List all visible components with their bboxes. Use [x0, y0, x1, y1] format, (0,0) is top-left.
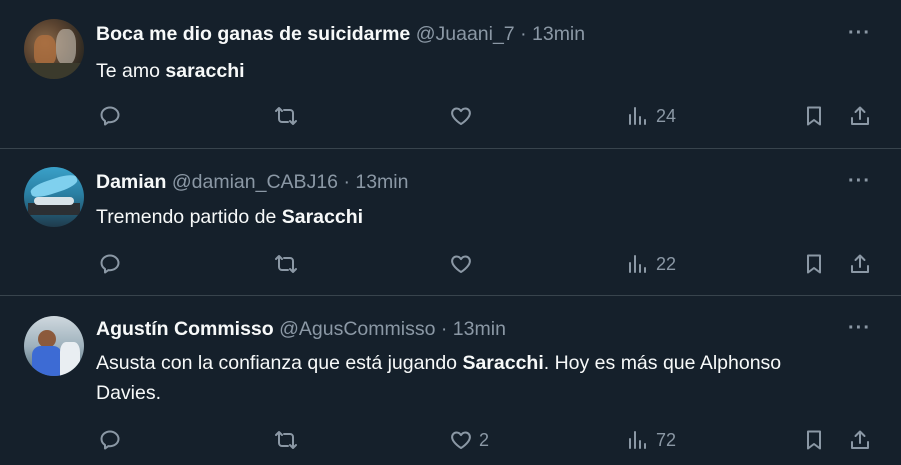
timestamp[interactable]: 13min: [355, 171, 408, 193]
tweet-text-bold: Saracchi: [462, 352, 544, 374]
views-button[interactable]: 72: [626, 428, 676, 452]
tweet-text-plain: Tremendo partido de: [96, 206, 282, 228]
retweet-button[interactable]: [274, 252, 298, 276]
author-name[interactable]: Agustín Commisso: [96, 318, 274, 340]
tweet-text: Asusta con la confianza que está jugando…: [96, 348, 826, 408]
reply-icon: [100, 254, 120, 274]
share-button[interactable]: [848, 428, 872, 452]
author-handle[interactable]: @Juaani_7: [416, 23, 515, 45]
reply-button[interactable]: [98, 428, 122, 452]
views-icon: [629, 431, 646, 449]
author-name[interactable]: Damian: [96, 171, 166, 193]
view-count: 24: [656, 105, 677, 126]
like-button[interactable]: 2: [449, 428, 489, 452]
share-button[interactable]: [848, 252, 872, 276]
timestamp[interactable]: 13min: [453, 318, 506, 340]
reply-button[interactable]: [98, 252, 122, 276]
separator-dot: ·: [520, 23, 527, 45]
bookmark-icon: [807, 106, 821, 126]
more-icon[interactable]: ···: [848, 318, 871, 338]
more-icon[interactable]: ···: [848, 171, 871, 191]
tweet-header: Agustín Commisso @AgusCommisso · 13min: [96, 317, 506, 341]
tweet-header: Damian @damian_CABJ16 · 13min: [96, 170, 408, 194]
tweet-text: Tremendo partido de Saracchi: [96, 202, 836, 232]
retweet-icon: [275, 107, 297, 125]
views-icon: [629, 255, 646, 273]
view-count: 72: [656, 429, 677, 450]
heart-icon: [451, 107, 471, 125]
retweet-icon: [275, 255, 297, 273]
share-icon: [851, 430, 869, 449]
views-icon: [629, 107, 646, 125]
views-button[interactable]: 22: [626, 252, 676, 276]
like-button[interactable]: [449, 252, 479, 276]
reply-icon: [100, 430, 120, 450]
more-icon[interactable]: ···: [848, 23, 871, 43]
share-button[interactable]: [848, 104, 872, 128]
timestamp[interactable]: 13min: [532, 23, 585, 45]
tweet[interactable]: Boca me dio ganas de suicidarme @Juaani_…: [0, 0, 901, 149]
avatar[interactable]: [24, 167, 84, 227]
tweet-header: Boca me dio ganas de suicidarme @Juaani_…: [96, 22, 585, 46]
tweet-text-plain: Te amo: [96, 60, 166, 82]
views-button[interactable]: 24: [626, 104, 676, 128]
like-count: 2: [479, 429, 490, 450]
retweet-icon: [275, 431, 297, 449]
separator-dot: ·: [440, 318, 448, 340]
share-icon: [851, 254, 869, 273]
separator-dot: ·: [343, 171, 350, 193]
view-count: 22: [656, 253, 677, 274]
timeline: Boca me dio ganas de suicidarme @Juaani_…: [0, 0, 901, 465]
retweet-button[interactable]: [274, 428, 298, 452]
tweet-text-bold: saracchi: [165, 60, 245, 82]
tweet-text: Te amo saracchi: [96, 56, 836, 86]
bookmark-icon: [807, 254, 821, 274]
bookmark-button[interactable]: [802, 428, 826, 452]
reply-button[interactable]: [98, 104, 122, 128]
bookmark-button[interactable]: [802, 104, 826, 128]
share-icon: [851, 106, 869, 125]
author-handle[interactable]: @AgusCommisso: [279, 318, 435, 340]
bookmark-icon: [807, 430, 821, 450]
tweet-text-bold: Saracchi: [281, 206, 364, 228]
tweet[interactable]: Agustín Commisso @AgusCommisso · 13min ·…: [0, 296, 901, 465]
bookmark-button[interactable]: [802, 252, 826, 276]
avatar[interactable]: [24, 19, 84, 79]
author-handle[interactable]: @damian_CABJ16: [172, 171, 338, 193]
avatar[interactable]: [24, 316, 84, 376]
tweet-text-plain: Asusta con la confianza que está jugando: [96, 352, 463, 374]
retweet-button[interactable]: [274, 104, 298, 128]
heart-icon: [451, 431, 471, 449]
like-button[interactable]: [449, 104, 479, 128]
reply-icon: [100, 106, 120, 126]
author-name[interactable]: Boca me dio ganas de suicidarme: [96, 23, 410, 45]
tweet[interactable]: Damian @damian_CABJ16 · 13min ··· Tremen…: [0, 149, 901, 296]
heart-icon: [451, 255, 471, 273]
